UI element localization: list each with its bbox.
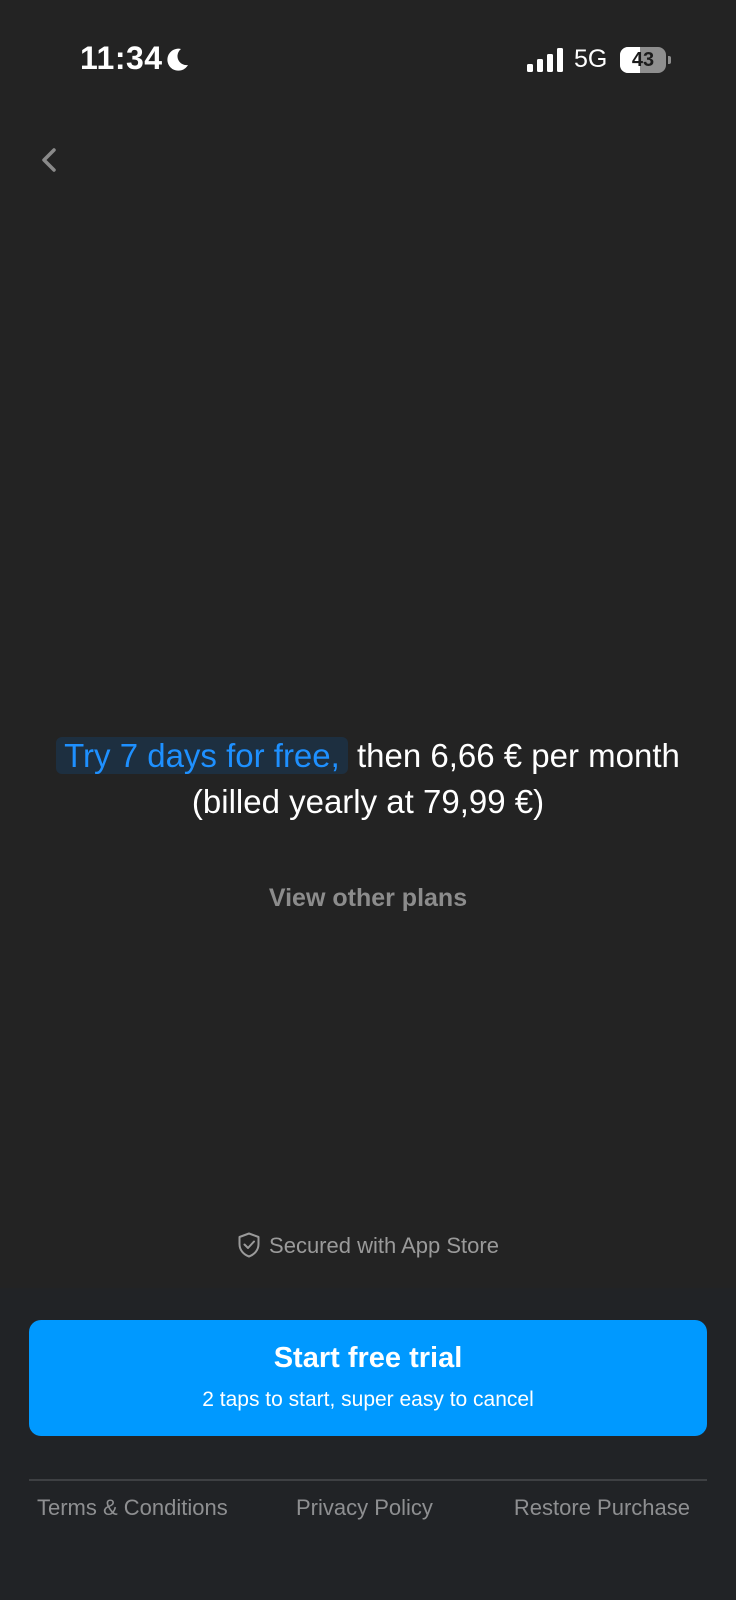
cta-subtitle: 2 taps to start, super easy to cancel [202,1388,534,1411]
moon-icon [167,48,188,71]
back-button[interactable] [30,140,70,180]
battery-icon: 43 [620,47,672,73]
start-free-trial-button[interactable]: Start free trial 2 taps to start, super … [29,1320,707,1436]
terms-link[interactable]: Terms & Conditions [37,1495,228,1521]
status-bar: 11:34 5G 43 [0,0,736,120]
offer-text: Try 7 days for free, then 6,66 € per mon… [40,733,696,825]
secured-note: Secured with App Store [0,1232,736,1259]
offer-highlight: Try 7 days for free, [56,737,348,774]
privacy-link[interactable]: Privacy Policy [296,1495,433,1521]
status-time: 11:34 [80,40,163,76]
view-other-plans-link[interactable]: View other plans [0,884,736,913]
footer-divider [29,1479,707,1481]
battery-level: 43 [631,49,655,71]
cta-title: Start free trial [273,1342,463,1374]
restore-purchase-link[interactable]: Restore Purchase [514,1495,690,1521]
shield-check-icon [238,1232,260,1258]
secured-label: Secured with App Store [269,1233,499,1258]
network-type: 5G [574,45,608,73]
signal-icon [527,48,563,72]
